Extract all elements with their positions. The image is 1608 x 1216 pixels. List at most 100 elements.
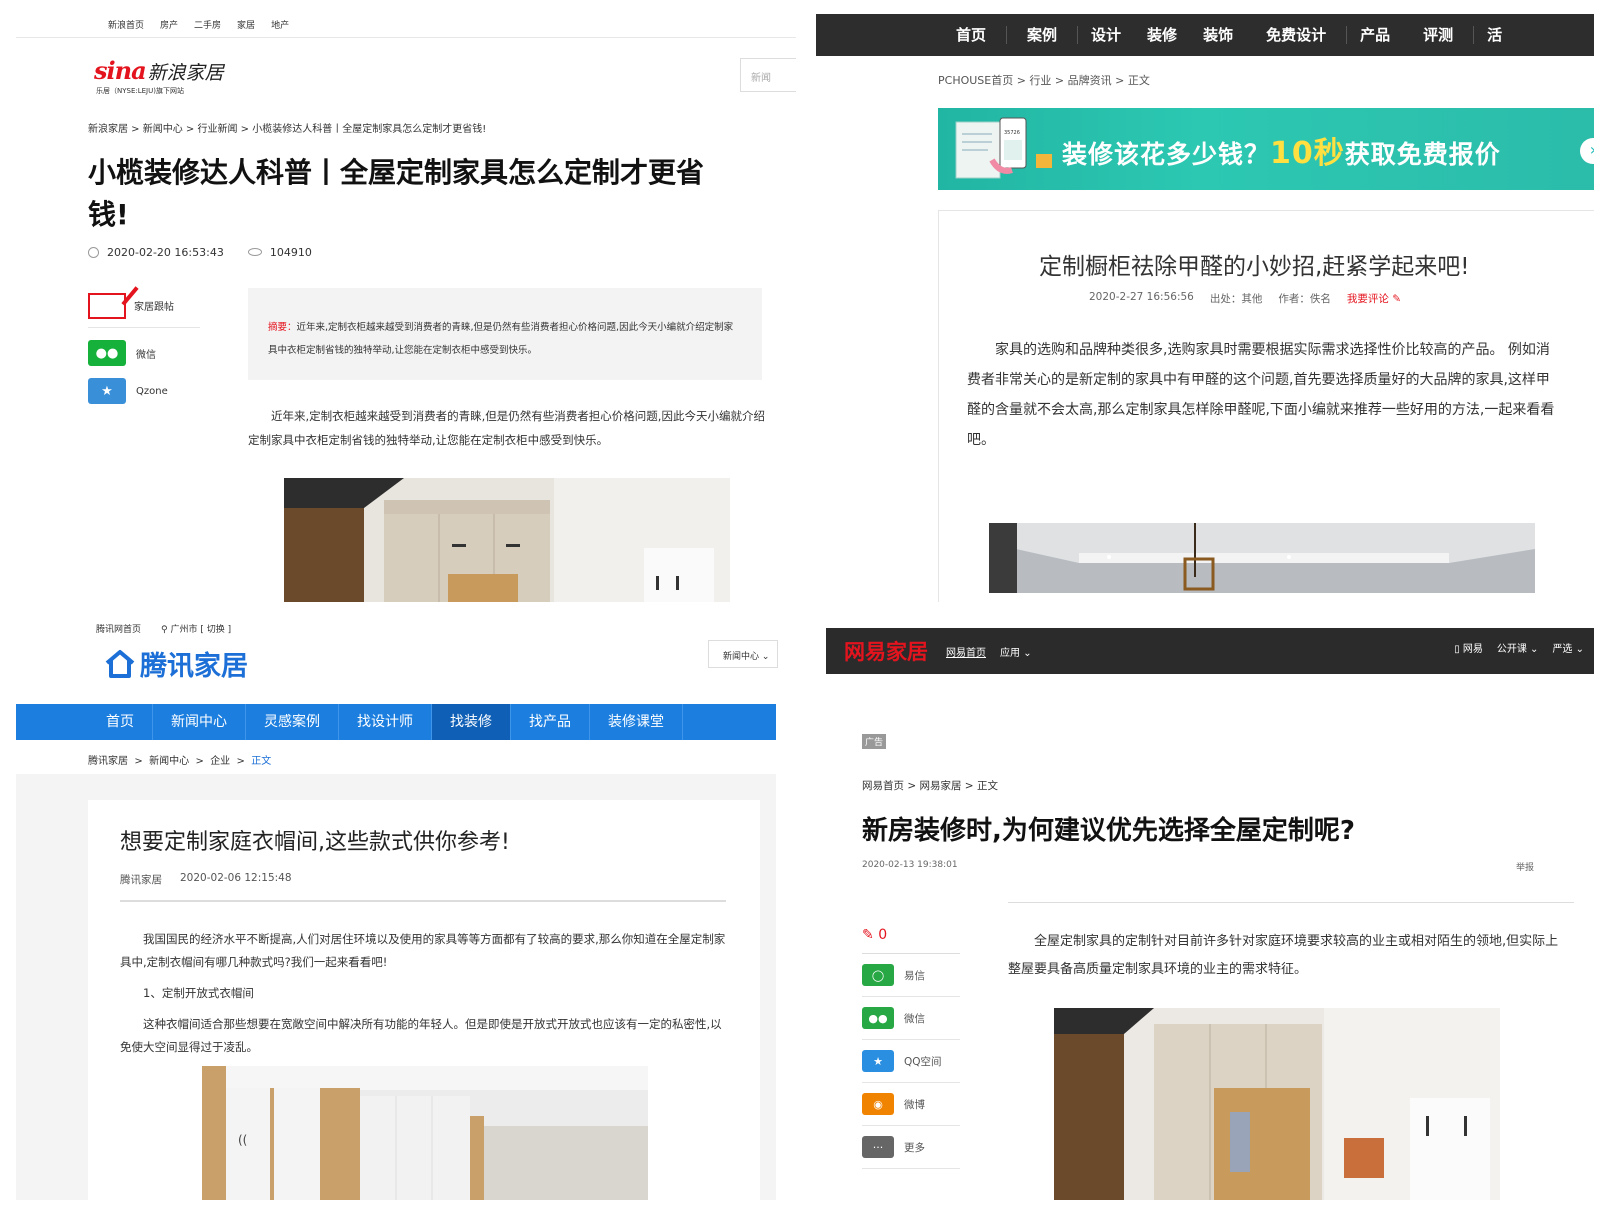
nav-item-free-design[interactable]: 免费设计 [1246, 26, 1348, 44]
chevron-right-icon[interactable]: › [1580, 138, 1594, 164]
nav-item-decoration[interactable]: 装饰 [1190, 26, 1246, 44]
nav-item-renovation[interactable]: 找装修 [432, 704, 511, 740]
comment-link-label: 我要评论 [1346, 293, 1389, 305]
weibo-icon: ◉ [862, 1093, 894, 1115]
article-body: 我国国民的经济水平不断提高,人们对居住环境以及使用的家具等等方面都有了较高的要求… [120, 928, 732, 1067]
phone-illustration-icon: 35726 [955, 117, 1052, 179]
nav-item-products[interactable]: 产品 [1347, 26, 1403, 44]
netease-logo[interactable]: 网易家居 [844, 636, 928, 666]
nav-link-netease-home[interactable]: 网易首页 [946, 644, 986, 659]
yanxuan-link[interactable]: 严选 ⌄ [1552, 640, 1584, 655]
sina-logo-text: 新浪家居 [147, 62, 224, 84]
article-title: 新房装修时,为何建议优先选择全屋定制呢? [862, 816, 1355, 846]
article-body: 全屋定制家具的定制针对目前许多针对家庭环境要求较高的业主或相对陌生的领地,但实际… [1008, 934, 1559, 977]
nav-link-apps[interactable]: 应用 ⌄ [1000, 644, 1032, 659]
share-qzone-button[interactable]: ★ QQ空间 [862, 1040, 960, 1083]
comment-button[interactable]: ✎ 0 [862, 916, 960, 954]
sina-logo-subtitle: 乐居（NYSE:LEJU)旗下网站 [96, 87, 184, 95]
nav-item-inspiration[interactable]: 灵感案例 [246, 704, 339, 740]
clock-icon [88, 247, 99, 258]
netease-panel: 网易家居 网易首页 应用 ⌄ ▯ 网易 公开课 ⌄ 严选 ⌄ 广告 网易首页 >… [826, 628, 1594, 1200]
main-nav: 首页 新闻中心 灵感案例 找设计师 找装修 找产品 装修课堂 [16, 704, 776, 740]
search-input[interactable]: 新闻 [740, 58, 796, 92]
top-link-sina-home[interactable]: 新浪首页 [108, 18, 144, 31]
share-label: 更多 [904, 1141, 925, 1154]
location-switch[interactable]: ⚲ 广州市 [ 切换 ] [161, 622, 231, 635]
chevron-down-icon: ⌄ [1023, 647, 1032, 659]
top-link-second-hand[interactable]: 二手房 [194, 18, 221, 31]
top-link-qq-home[interactable]: 腾讯网首页 [96, 622, 141, 635]
nav-item-home[interactable]: 首页 [936, 26, 1008, 44]
house-icon [105, 649, 135, 678]
crumb-enterprise[interactable]: 企业 [210, 756, 230, 767]
top-link-home[interactable]: 家居 [237, 18, 255, 31]
share-sidebar: ✎ 0 ◯ 易信 ●● 微信 ★ QQ空间 ◉ 微博 ··· 更多 [862, 916, 960, 1169]
nav-item-designers[interactable]: 找设计师 [339, 704, 432, 740]
divider [120, 900, 726, 902]
top-link-house[interactable]: 房产 [160, 18, 178, 31]
crumb-news[interactable]: 新闻中心 [149, 756, 189, 767]
main-nav: 网易家居 网易首页 应用 ⌄ ▯ 网易 公开课 ⌄ 严选 ⌄ [826, 628, 1594, 674]
sina-logo[interactable]: sina 新浪家居 [94, 56, 224, 85]
article-image [284, 478, 730, 602]
main-nav: 首页 案例 设计 装修 装饰 免费设计 产品 评测 活 [816, 14, 1594, 56]
phone-icon[interactable]: ▯ 网易 [1454, 640, 1483, 655]
share-qzone-label: Qzone [136, 385, 168, 397]
right-links: ▯ 网易 公开课 ⌄ 严选 ⌄ [1454, 640, 1584, 655]
pchouse-panel: 首页 案例 设计 装修 装饰 免费设计 产品 评测 活 PCHOUSE首页 > … [816, 14, 1594, 602]
follow-post-button[interactable]: 家居跟帖 [88, 284, 200, 328]
publish-date: 2020-02-06 12:15:48 [180, 872, 292, 884]
article-meta: 腾讯家居 2020-02-06 12:15:48 [120, 872, 292, 887]
article-image [1054, 1008, 1500, 1200]
crumb-current: 正文 [251, 756, 272, 767]
crumb-home[interactable]: 腾讯家居 [88, 756, 128, 767]
nav-item-products[interactable]: 找产品 [511, 704, 590, 740]
share-wechat-button[interactable]: ●● 微信 [88, 340, 200, 366]
nav-item-cases[interactable]: 案例 [1007, 26, 1079, 44]
comment-link[interactable]: 我要评论 ✎ [1347, 291, 1401, 306]
yanxuan-label: 严选 [1552, 644, 1573, 655]
comment-count: 0 [878, 926, 888, 943]
article-source: 出处：其他 [1209, 293, 1263, 305]
article-title: 定制橱柜祛除甲醛的小妙招,赶紧学起来吧! [1039, 254, 1470, 280]
report-link[interactable]: 举报 [1516, 860, 1534, 873]
paragraph: 我国国民的经济水平不断提高,人们对居住环境以及使用的家具等等方面都有了较高的要求… [120, 932, 726, 969]
publish-date: 2020-2-27 16:56:56 [1089, 291, 1194, 303]
edit-icon: ✎ [1392, 293, 1401, 305]
quote-banner[interactable]: 35726 装修该花多少钱？10秒获取免费报价 › [938, 108, 1594, 190]
nav-item-renovation[interactable]: 装修 [1134, 26, 1190, 44]
edit-icon [88, 292, 126, 319]
article-card: 定制橱柜祛除甲醛的小妙招,赶紧学起来吧! 2020-2-27 16:56:56 … [938, 210, 1594, 602]
divider [1008, 902, 1574, 903]
share-qzone-button[interactable]: ★ Qzone [88, 378, 200, 404]
nav-item-design[interactable]: 设计 [1078, 26, 1134, 44]
nav-item-classroom[interactable]: 装修课堂 [590, 704, 683, 740]
news-center-select[interactable]: 新闻中心 ⌄ [708, 640, 778, 668]
eye-icon [247, 248, 262, 256]
star-icon: ★ [862, 1050, 894, 1072]
share-wechat-button[interactable]: ●● 微信 [862, 997, 960, 1040]
nav-item-news[interactable]: 新闻中心 [153, 704, 246, 740]
view-count: 104910 [247, 246, 312, 259]
location-pin-icon: ⚲ [161, 624, 168, 635]
summary-text: 近年来,定制衣柜越来越受到消费者的青睐,但是仍然有些消费者担心价格问题,因此今天… [268, 322, 734, 356]
top-bar: 腾讯网首页 ⚲ 广州市 [ 切换 ] [16, 618, 796, 638]
qq-logo-text: 腾讯家居 [140, 651, 248, 682]
summary-label: 摘要： [268, 322, 297, 333]
share-more-button[interactable]: ··· 更多 [862, 1126, 960, 1169]
select-label: 新闻中心 [723, 652, 760, 662]
open-course-link[interactable]: 公开课 ⌄ [1497, 640, 1539, 655]
share-weibo-button[interactable]: ◉ 微博 [862, 1083, 960, 1126]
share-wechat-label: 微信 [136, 349, 156, 361]
article-meta: 2020-2-27 16:56:56 出处：其他 作者：佚名 我要评论 ✎ [1089, 291, 1401, 306]
nav-item-events[interactable]: 活 [1474, 26, 1515, 44]
top-link-realestate[interactable]: 地产 [271, 18, 289, 31]
article-title: 小榄装修达人科普丨全屋定制家具怎么定制才更省钱! [88, 156, 705, 231]
nav-item-home[interactable]: 首页 [88, 704, 153, 740]
share-yixin-button[interactable]: ◯ 易信 [862, 954, 960, 997]
article-image [989, 523, 1535, 593]
article-title: 想要定制家庭衣帽间,这些款式供你参考! [120, 830, 510, 855]
share-sidebar: 家居跟帖 ●● 微信 ★ Qzone [88, 284, 200, 404]
qq-logo[interactable]: 腾讯家居 [104, 644, 248, 683]
nav-item-reviews[interactable]: 评测 [1403, 26, 1475, 44]
